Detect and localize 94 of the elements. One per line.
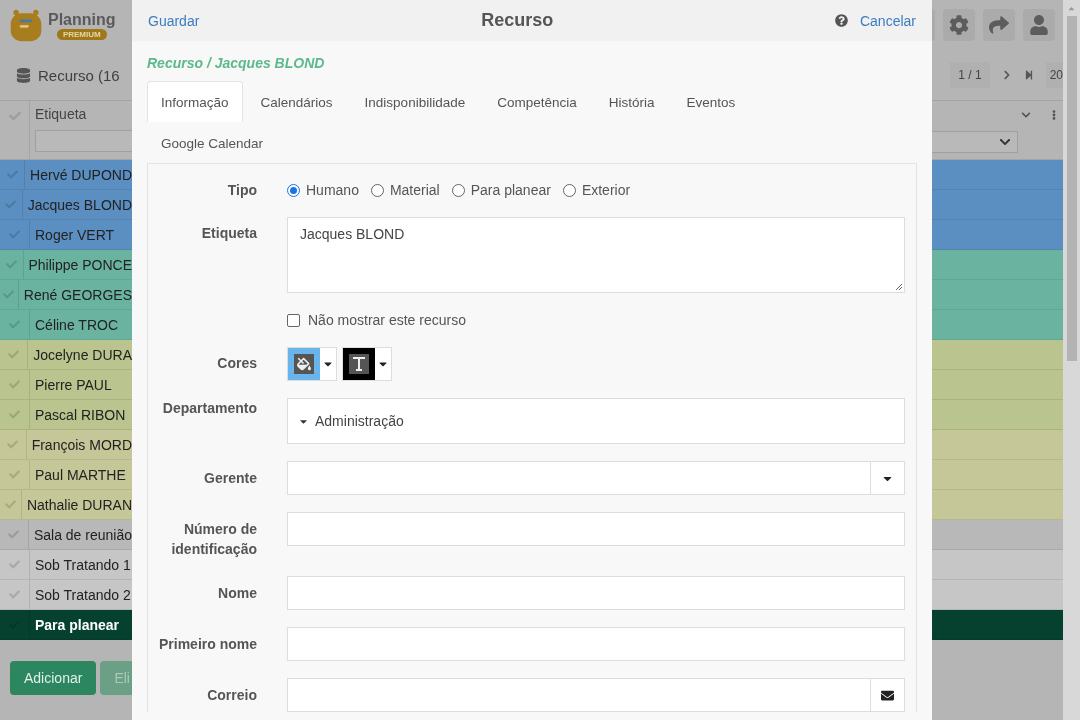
table-cell-text: Jocelyne DURA: [32, 346, 132, 365]
breadcrumb: Recurso / Jacques BLOND: [147, 55, 326, 71]
logo-icon: [8, 7, 44, 43]
save-button[interactable]: Guardar: [148, 12, 200, 29]
chevron-down-icon[interactable]: [1021, 110, 1031, 120]
field-label: Correio: [206, 686, 257, 705]
field-label: Departamento: [161, 399, 257, 418]
table-row[interactable]: Hervé DUPOND: [0, 160, 132, 190]
filter-field[interactable]: [35, 130, 132, 152]
radio-label: Humano: [306, 182, 359, 198]
text-icon: [349, 354, 369, 374]
tab[interactable]: Competência: [483, 81, 591, 122]
input-field[interactable]: [287, 627, 905, 661]
tab[interactable]: Calendários: [246, 81, 347, 122]
radio-button[interactable]: [451, 183, 465, 197]
cancel-button[interactable]: Cancelar: [859, 12, 916, 29]
checkbox-label: Não mostrar este recurso: [308, 312, 466, 328]
table-cell-text: Hervé DUPOND: [29, 166, 132, 185]
department-value: Administração: [315, 413, 404, 429]
radio-label: Exterior: [581, 182, 631, 198]
scroll-thumb[interactable]: [1066, 16, 1077, 361]
table-row[interactable]: Céline TROC: [0, 310, 132, 340]
email-field[interactable]: [287, 678, 905, 712]
table-row[interactable]: Paul MARTHE: [0, 460, 132, 490]
table-row[interactable]: Nathalie DURAN: [0, 490, 132, 520]
tab[interactable]: História: [594, 81, 669, 122]
tab[interactable]: Indisponibilidade: [350, 81, 480, 122]
user-icon[interactable]: [1023, 9, 1055, 41]
table-cell-text: François MORD: [30, 436, 132, 455]
table-cell-text: Sob Tratando 1: [34, 556, 131, 575]
page-size: 20: [1045, 62, 1063, 88]
table-row[interactable]: Roger VERT: [0, 220, 132, 250]
table-cell-text: Para planear: [34, 616, 120, 635]
color-picker[interactable]: [287, 347, 337, 381]
add-button[interactable]: Adicionar: [10, 661, 97, 695]
next-page-icon[interactable]: [1001, 70, 1012, 80]
page-indicator: 1 / 1: [950, 62, 990, 88]
color-picker[interactable]: [342, 347, 392, 381]
page-title: Recurso (16: [38, 66, 120, 84]
table-row[interactable]: Sob Tratando 1: [0, 550, 132, 580]
table-row[interactable]: René GEORGES: [0, 280, 132, 310]
table-row[interactable]: Pierre PAUL: [0, 370, 132, 400]
table-cell-text: Nathalie DURAN: [25, 496, 132, 515]
field-label: Tipo: [226, 181, 257, 200]
settings-icon[interactable]: [943, 9, 975, 41]
radio-button[interactable]: [562, 183, 576, 197]
last-page-icon[interactable]: [1023, 70, 1034, 80]
label-textarea[interactable]: Jacques BLOND: [287, 217, 905, 293]
table-row[interactable]: Sala de reunião: [0, 520, 132, 550]
department-select[interactable]: Administração: [287, 398, 905, 444]
premium-badge: PREMIUM: [56, 28, 107, 40]
table-cell-text: Céline TROC: [34, 316, 118, 335]
tab[interactable]: Google Calendar: [147, 122, 278, 163]
chevron-down-icon: [999, 136, 1011, 148]
table-cell-text: Philippe PONCE: [27, 256, 132, 275]
field-label: Primeiro nome: [157, 635, 257, 654]
dialog-title: Recurso: [481, 10, 554, 31]
radio-button[interactable]: [287, 183, 300, 197]
radio-label: Material: [389, 182, 440, 198]
table-cell-text: René GEORGES: [22, 286, 132, 305]
table-row[interactable]: Sob Tratando 2: [0, 580, 132, 610]
field-label: Cores: [216, 354, 257, 373]
radio-label: Para planear: [470, 182, 551, 198]
table-cell-text: Jacques BLOND: [26, 196, 132, 215]
app-name: Planning: [48, 10, 116, 29]
table-row[interactable]: Jacques BLOND: [0, 190, 132, 220]
checkbox[interactable]: [287, 313, 300, 327]
table-cell-text: Roger VERT: [34, 226, 115, 245]
field-label: Gerente: [203, 469, 257, 488]
field-label: Nome: [217, 584, 257, 603]
table-cell-text: Sob Tratando 2: [34, 586, 131, 605]
paint-bucket-icon: [294, 354, 314, 374]
tab[interactable]: Informação: [147, 81, 243, 122]
share-icon[interactable]: [983, 9, 1015, 41]
table-cell-text: Sala de reunião: [32, 526, 132, 545]
table-cell-text: Pierre PAUL: [34, 376, 112, 395]
table-row[interactable]: Pascal RIBON: [0, 400, 132, 430]
field-label: Número de identificação: [170, 520, 257, 559]
table-cell-text: Paul MARTHE: [34, 466, 126, 485]
column-header: Etiqueta: [35, 106, 88, 122]
radio-button[interactable]: [370, 183, 384, 197]
table-row[interactable]: François MORD: [0, 430, 132, 460]
scroll-up-icon: [1067, 4, 1076, 13]
database-icon: [16, 67, 31, 83]
table-cell-text: Pascal RIBON: [34, 406, 126, 425]
resize-handle-icon: [895, 283, 903, 291]
input-field[interactable]: [287, 576, 905, 610]
tab[interactable]: Eventos: [672, 81, 750, 122]
table-row[interactable]: Para planear: [0, 610, 132, 640]
table-row[interactable]: Philippe PONCE: [0, 250, 132, 280]
field-label: Etiqueta: [200, 224, 257, 243]
input-field[interactable]: [287, 512, 905, 546]
table-row[interactable]: Jocelyne DURA: [0, 340, 132, 370]
help-icon[interactable]: [834, 14, 848, 27]
